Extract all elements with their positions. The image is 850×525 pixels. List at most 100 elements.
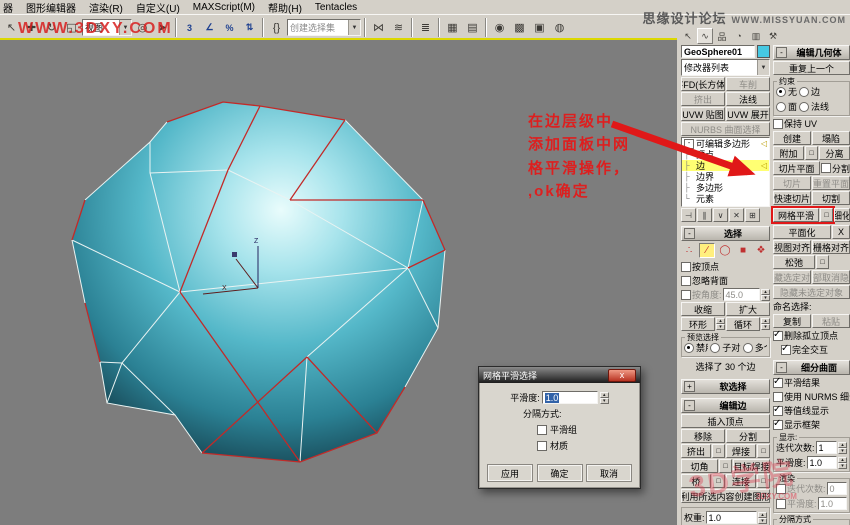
uvw-map-button[interactable]: UVW 贴图 — [681, 107, 725, 121]
preview-multi-radio[interactable] — [742, 342, 753, 353]
isoline-display-checkbox[interactable] — [773, 404, 783, 416]
uvw-unwrap-button[interactable]: UVW 展开 — [726, 107, 770, 121]
chevron-down-icon[interactable]: ▼ — [348, 20, 360, 35]
configure-modifier-sets-icon[interactable]: ⊞ — [745, 208, 760, 222]
grow-button[interactable]: 扩大 — [726, 302, 770, 316]
meshsmooth-settings-icon[interactable]: □ — [820, 208, 833, 222]
repeat-last-button[interactable]: 重复上一个 — [773, 61, 850, 75]
align-icon[interactable]: ≋ — [389, 18, 408, 37]
modifier-stack[interactable]: - 可编辑多边形 ◁ ├ 顶点 ├ 边 ◁ ├ 边界 ├ 多边形 └ 元素 — [681, 137, 770, 207]
dialog-title-bar[interactable]: 网格平滑选择 x — [479, 367, 640, 383]
smoothness-field[interactable]: 1.0 — [806, 456, 837, 469]
view-align-button[interactable]: 视图对齐 — [773, 240, 811, 254]
iterations-spinner[interactable]: ▴ ▾ — [838, 441, 847, 454]
schematic-view-icon[interactable]: ▤ — [463, 18, 482, 37]
make-planar-button[interactable]: 平面化 — [773, 225, 831, 239]
shrink-button[interactable]: 收缩 — [681, 302, 725, 316]
show-cage-checkbox[interactable] — [773, 418, 783, 430]
material-editor-icon[interactable]: ◉ — [490, 18, 509, 37]
split-checkbox[interactable] — [820, 163, 831, 173]
tab-display-icon[interactable]: ▥ — [748, 28, 764, 44]
menu-item-tentacles[interactable]: Tentacles — [315, 2, 357, 13]
percent-snap-icon[interactable]: % — [220, 18, 239, 37]
rollout-edit-geometry[interactable]: - 编辑几何体 — [773, 45, 850, 60]
object-color-swatch[interactable] — [757, 45, 770, 58]
smoothness-field[interactable]: 1.0 — [541, 391, 598, 404]
tab-create-icon[interactable]: ↖ — [680, 28, 696, 44]
cancel-button[interactable]: 取消 — [586, 464, 632, 482]
smoothing-groups-checkbox[interactable] — [537, 424, 547, 435]
chevron-down-icon[interactable]: ▼ — [757, 60, 769, 75]
make-unique-icon[interactable]: ∨ — [713, 208, 728, 222]
cut-button[interactable]: 切割 — [812, 191, 850, 205]
menu-item-maxscript[interactable]: MAXScript(M) — [193, 2, 255, 13]
materials-checkbox[interactable] — [537, 440, 547, 451]
weight-spinner[interactable]: ▴ ▾ — [758, 511, 767, 524]
show-end-result-icon[interactable]: ∥ — [697, 208, 712, 222]
split-button[interactable]: 分割 — [726, 429, 770, 443]
named-selection-sets-icon[interactable]: {} — [267, 18, 286, 37]
pin-stack-icon[interactable]: ⊣ — [681, 208, 696, 222]
by-angle-checkbox[interactable] — [681, 289, 691, 300]
constraint-none-radio[interactable] — [776, 86, 786, 97]
menu-item-customize[interactable]: 自定义(U) — [136, 0, 180, 15]
named-selection-set-dropdown[interactable]: 创建选择集 ▼ — [287, 19, 361, 36]
ffd-box-button[interactable]: FFD(长方体) — [681, 77, 725, 91]
menu-item-graph-editors[interactable]: 图形编辑器 — [26, 0, 76, 15]
relax-settings-icon[interactable]: □ — [816, 255, 829, 269]
constraint-normal-radio[interactable] — [799, 101, 810, 112]
by-vertex-checkbox[interactable] — [681, 261, 691, 272]
use-nurms-checkbox[interactable] — [773, 391, 783, 402]
stack-item-vertex[interactable]: ├ 顶点 — [682, 149, 769, 160]
stack-item-border[interactable]: ├ 边界 — [682, 171, 769, 182]
ring-spinner[interactable]: ▴ ▾ — [716, 318, 725, 330]
extrude-modifier-button[interactable]: 挤出 — [681, 92, 725, 106]
paste-button[interactable]: 粘贴 — [812, 314, 850, 328]
stack-item-polygon[interactable]: ├ 多边形 — [682, 182, 769, 193]
preview-subobj-radio[interactable] — [710, 342, 721, 353]
planar-x-button[interactable]: X — [832, 225, 850, 239]
layer-manager-icon[interactable]: ≣ — [416, 18, 435, 37]
ignore-backfacing-checkbox[interactable] — [681, 275, 691, 286]
tab-utilities-icon[interactable]: ⚒ — [765, 28, 781, 44]
ok-button[interactable]: 确定 — [536, 464, 583, 482]
angle-snap-icon[interactable]: ∠ — [200, 18, 219, 37]
close-icon[interactable]: x — [608, 368, 636, 382]
modifier-list-dropdown[interactable]: 修改器列表 ▼ — [681, 59, 770, 76]
extrude-button[interactable]: 挤出 — [681, 444, 711, 458]
render-iterations-field[interactable]: 0 — [826, 482, 847, 495]
smooth-result-checkbox[interactable] — [773, 376, 783, 388]
spinner-snap-icon[interactable]: ⇅ — [240, 18, 259, 37]
snap-toggle-3d-icon[interactable]: 3 — [180, 18, 199, 37]
angle-field[interactable]: 45.0 — [722, 288, 760, 301]
menu-item-modifiers-partial[interactable]: 器 — [3, 0, 13, 15]
detach-button[interactable]: 分离 — [819, 146, 850, 160]
stack-item-editable-poly[interactable]: - 可编辑多边形 ◁ — [682, 138, 769, 149]
preserve-uv-checkbox[interactable] — [773, 118, 783, 129]
loop-spinner[interactable]: ▴ ▾ — [761, 318, 770, 330]
reset-plane-button[interactable]: 重置平面 — [812, 176, 850, 190]
tab-modify-icon[interactable]: ∿ — [697, 28, 713, 44]
iterations-field[interactable]: 1 — [815, 441, 837, 454]
hide-selected-button[interactable]: 隐藏选定对象 — [773, 270, 811, 284]
quickslice-button[interactable]: 快速切片 — [773, 191, 811, 205]
collapse-icon[interactable]: - — [684, 138, 694, 149]
polygon-subobject-icon[interactable]: ■ — [735, 243, 751, 258]
weight-field[interactable]: 1.0 — [705, 511, 757, 524]
create-button[interactable]: 创建 — [773, 131, 811, 145]
rollout-selection[interactable]: - 选择 — [681, 226, 770, 241]
render-frame-window-icon[interactable]: ▣ — [530, 18, 549, 37]
element-subobject-icon[interactable]: ❖ — [753, 243, 769, 258]
stack-item-edge-selected[interactable]: ├ 边 ◁ — [682, 160, 769, 171]
remove-modifier-icon[interactable]: ✕ — [729, 208, 744, 222]
collapse-button[interactable]: 塌陷 — [812, 131, 850, 145]
meshsmooth-selection-dialog[interactable]: 网格平滑选择 x 平滑度: 1.0 ▴ ▾ 分隔方式: 平滑组 材质 应用 确定 … — [478, 366, 641, 489]
border-subobject-icon[interactable]: ◯ — [717, 243, 733, 258]
edge-subobject-icon[interactable]: ∕ — [699, 243, 715, 258]
rollout-soft-selection[interactable]: + 软选择 — [681, 379, 770, 394]
insert-vertex-button[interactable]: 插入顶点 — [681, 414, 770, 428]
delete-isolated-vertices-checkbox[interactable] — [773, 329, 783, 341]
stack-item-element[interactable]: └ 元素 — [682, 193, 769, 204]
attach-button[interactable]: 附加 — [773, 146, 804, 160]
vertex-subobject-icon[interactable]: ∴ — [681, 243, 697, 258]
